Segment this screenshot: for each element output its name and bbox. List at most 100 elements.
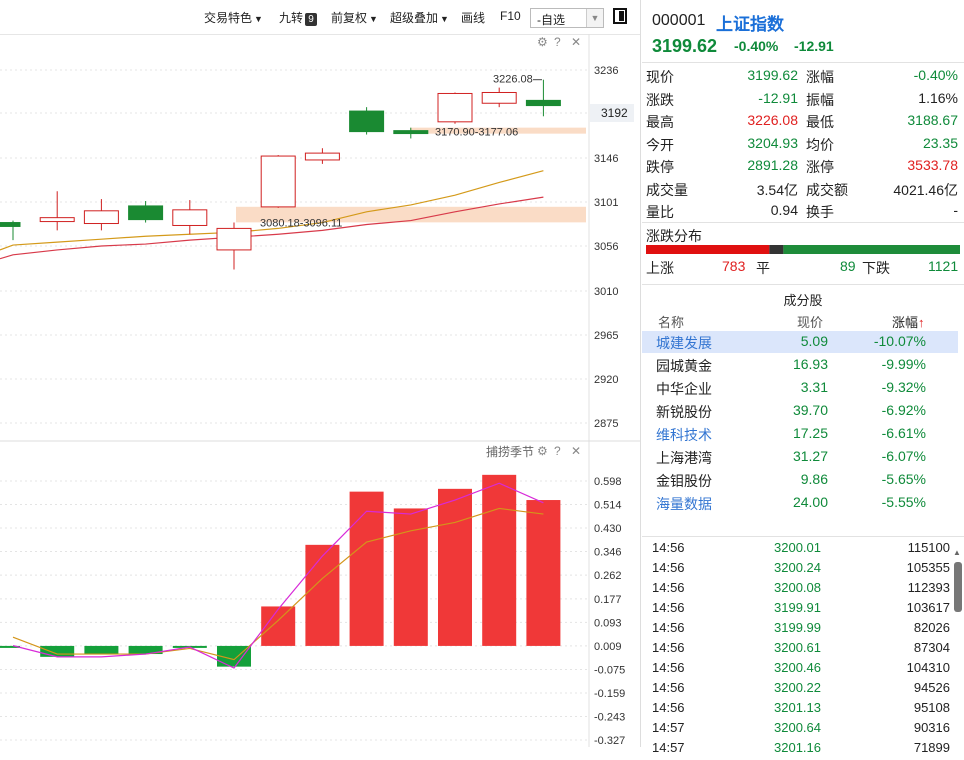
quote-header: 000001 上证指数 3199.62 -0.40% -12.91: [642, 0, 964, 62]
f10-button[interactable]: F10: [500, 9, 521, 23]
tick-volume: 112393: [907, 580, 950, 595]
component-row[interactable]: 海量数据 24.00 -5.55%: [642, 492, 958, 514]
component-row[interactable]: 园城黄金 16.93 -9.99%: [642, 354, 958, 376]
osc-bar: [305, 544, 340, 646]
candle-body: [128, 205, 164, 221]
settings-icon[interactable]: ⚙: [537, 444, 548, 458]
tick-price: 3201.13: [774, 700, 821, 715]
component-name[interactable]: 园城黄金: [656, 356, 712, 376]
tick-volume: 71899: [913, 740, 950, 755]
quote-label: 涨幅: [806, 69, 834, 85]
divider: [642, 62, 964, 63]
panel-toggle-icon[interactable]: [613, 8, 627, 24]
component-row[interactable]: 新锐股份 39.70 -6.92%: [642, 400, 958, 422]
tick-time: 14:56: [652, 680, 685, 695]
osc-axis-label: 0.514: [594, 500, 622, 512]
down-count: 1121: [928, 258, 959, 274]
quote-label: 最低: [806, 114, 834, 130]
component-change: -9.32%: [881, 379, 926, 395]
component-price: 31.27: [792, 448, 828, 464]
candle-body: [39, 217, 75, 223]
osc-axis-label: 0.430: [594, 523, 622, 535]
scroll-up-icon[interactable]: ▲: [953, 548, 961, 557]
quote-row: 最高 3226.08 最低 3188.67: [642, 112, 964, 134]
change-percent: -0.40%: [734, 38, 779, 54]
tick-row: 14:56 3200.22 94526: [642, 680, 964, 700]
tick-time: 14:57: [652, 740, 685, 755]
quote-label: 成交额: [806, 181, 848, 198]
osc-bar: [261, 606, 296, 646]
quote-value: 3226.08: [747, 112, 798, 128]
panel-divider: [640, 0, 641, 747]
component-name[interactable]: 新锐股份: [656, 402, 712, 422]
tick-price: 3200.22: [774, 680, 821, 695]
quote-label: 涨跌: [646, 91, 674, 108]
candle-body: [260, 155, 296, 208]
component-change: -9.99%: [881, 356, 926, 372]
distribution-bar: [646, 245, 960, 254]
tick-row: 14:56 3200.61 87304: [642, 640, 964, 660]
tick-time: 14:56: [652, 580, 685, 595]
tick-scrollbar[interactable]: [954, 562, 962, 612]
quote-value: 1.16%: [918, 89, 958, 106]
candle-body: [393, 130, 429, 135]
draw-line-button[interactable]: 画线: [461, 9, 485, 26]
distribution-title: 涨跌分布: [646, 228, 702, 244]
component-name[interactable]: 海量数据: [656, 494, 712, 514]
flat-count: 89: [840, 258, 856, 274]
component-row[interactable]: 金钼股份 9.86 -5.65%: [642, 469, 958, 491]
component-row[interactable]: 城建发展 5.09 -10.07%: [642, 331, 958, 353]
tick-volume: 95108: [913, 700, 950, 715]
nine-turn-button[interactable]: 九转 9: [279, 9, 318, 26]
gap-annotation: 3080.18-3096.11: [260, 217, 342, 229]
quote-value: 3199.62: [747, 67, 798, 83]
quote-row: 现价 3199.62 涨幅 -0.40%: [642, 67, 964, 89]
osc-axis-label: 0.262: [594, 570, 622, 582]
tick-time: 14:57: [652, 720, 685, 735]
component-change: -10.07%: [873, 333, 926, 349]
distribution-flat-segment: [769, 245, 784, 254]
component-change: -5.55%: [881, 494, 926, 510]
adjust-menu[interactable]: 前复权 ▼: [331, 9, 378, 26]
header-price[interactable]: 现价: [797, 312, 823, 331]
header-name[interactable]: 名称: [658, 312, 684, 331]
close-icon[interactable]: ✕: [571, 444, 581, 458]
component-row[interactable]: 上海港湾 31.27 -6.07%: [642, 446, 958, 468]
component-row[interactable]: 维科技术 17.25 -6.61%: [642, 423, 958, 445]
price-axis-label: 3056: [594, 241, 618, 253]
watchlist-select[interactable]: -自选 ▼: [530, 8, 604, 28]
chevron-down-icon: ▼: [254, 14, 263, 24]
quote-panel: 000001 上证指数 3199.62 -0.40% -12.91 现价 3199…: [642, 0, 964, 755]
header-change[interactable]: 涨幅↑: [892, 312, 925, 331]
price-axis-label: 3146: [594, 153, 618, 165]
quote-label: 最高: [646, 114, 674, 130]
candle-body: [349, 110, 385, 133]
component-name[interactable]: 中华企业: [656, 379, 712, 399]
oscillator-title: 捕捞季节: [486, 445, 535, 459]
component-name[interactable]: 金钼股份: [656, 471, 712, 491]
component-name[interactable]: 城建发展: [656, 333, 712, 353]
trade-features-menu[interactable]: 交易特色 ▼: [204, 9, 263, 26]
index-name[interactable]: 上证指数: [716, 10, 784, 35]
quote-label: 涨停: [806, 159, 834, 175]
quote-label: 均价: [806, 136, 834, 153]
settings-icon[interactable]: ⚙: [537, 35, 548, 49]
overlay-menu[interactable]: 超级叠加 ▼: [390, 9, 449, 26]
help-icon[interactable]: ?: [554, 444, 561, 458]
osc-bar: [482, 474, 517, 646]
tick-time: 14:56: [652, 660, 685, 675]
help-icon[interactable]: ?: [554, 35, 561, 49]
tick-row: 14:56 3200.24 105355: [642, 560, 964, 580]
component-name[interactable]: 上海港湾: [656, 448, 712, 468]
quote-label: 今开: [646, 136, 674, 153]
component-name[interactable]: 维科技术: [656, 425, 712, 445]
osc-bar: [526, 500, 561, 646]
price-axis-label: 3101: [594, 197, 618, 209]
distribution-up-segment: [646, 245, 770, 254]
component-row[interactable]: 中华企业 3.31 -9.32%: [642, 377, 958, 399]
close-icon[interactable]: ✕: [571, 35, 581, 49]
tick-volume: 87304: [913, 640, 950, 655]
tick-price: 3200.61: [774, 640, 821, 655]
quote-value: -: [953, 202, 958, 218]
quote-label: 换手: [806, 204, 834, 220]
